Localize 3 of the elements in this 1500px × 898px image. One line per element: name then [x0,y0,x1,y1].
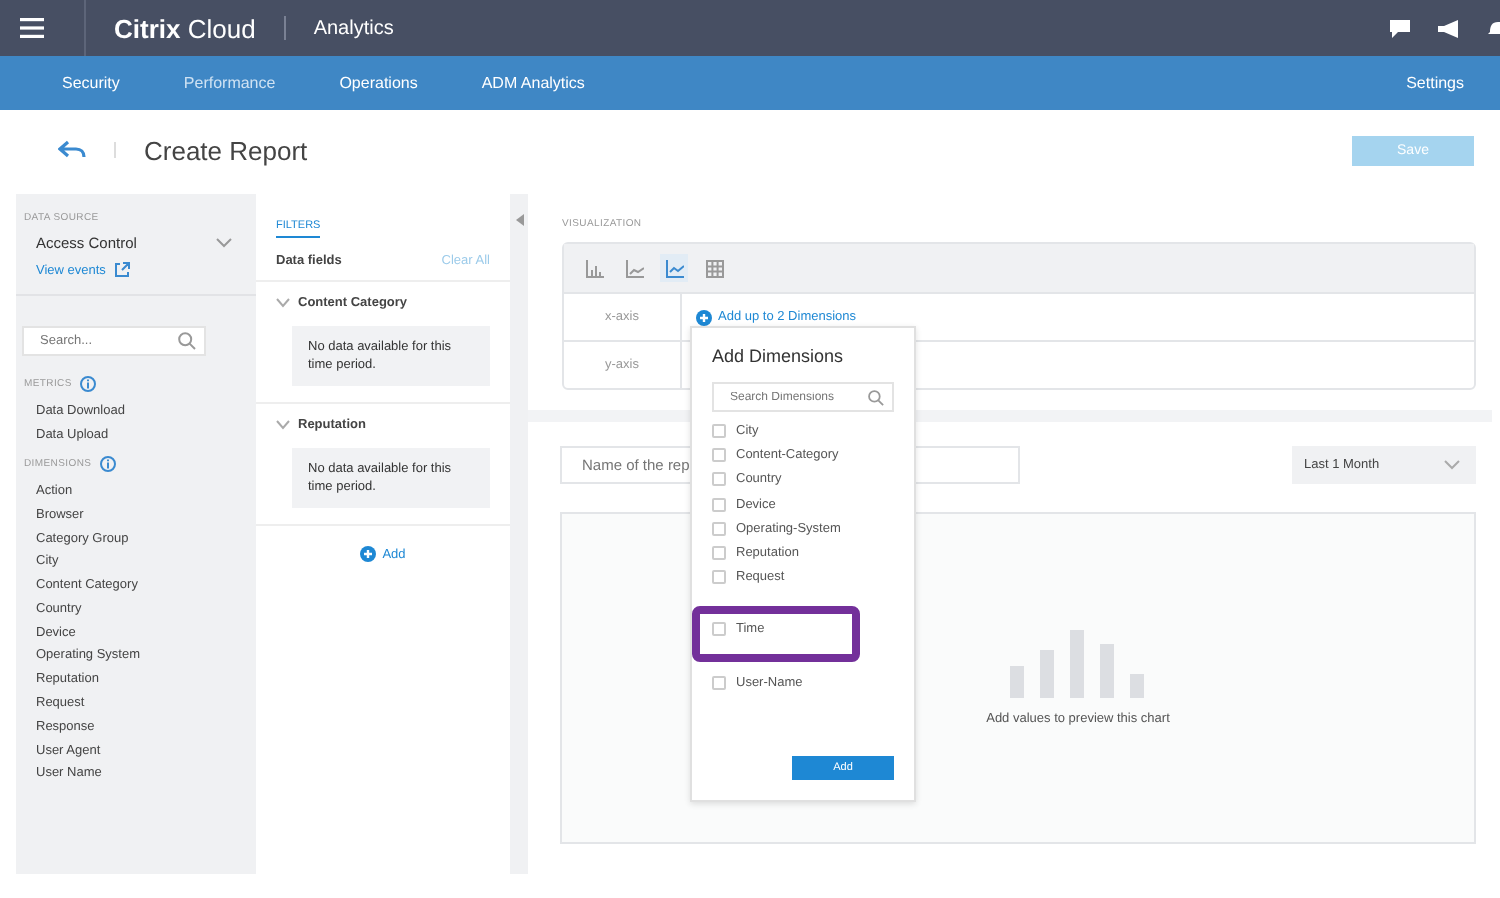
popup-title: Add Dimensions [712,346,846,366]
product-name: Analytics [313,17,394,39]
page-title: Create Report [144,135,308,165]
